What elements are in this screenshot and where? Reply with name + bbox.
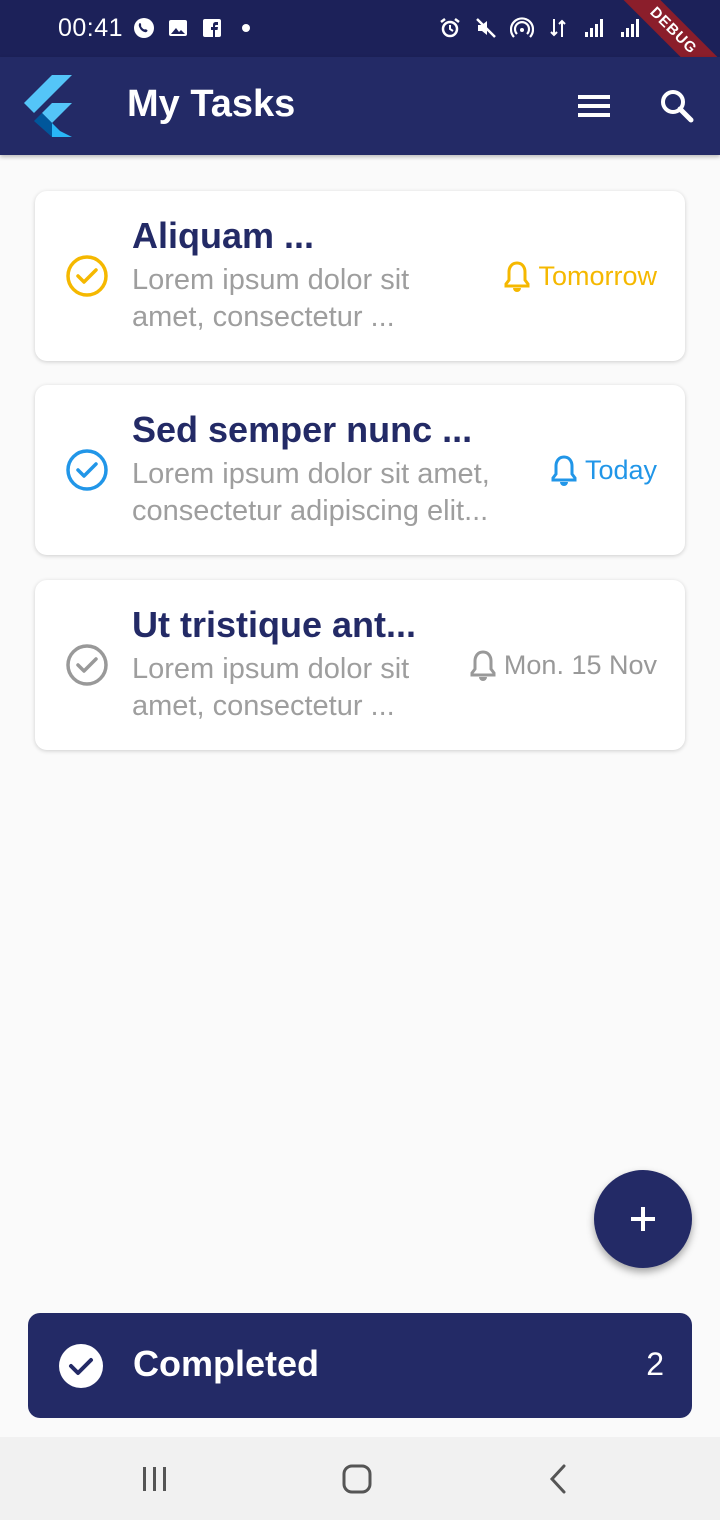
task-description: Lorem ipsum dolor sit amet, consectetur … [132,653,410,722]
mute-icon [476,18,496,38]
task-title: Ut tristique ant... [132,604,417,645]
completed-label: Completed [133,1343,320,1384]
app-bar: My Tasks [0,57,720,155]
reminder-label: Mon. 15 Nov [503,649,657,680]
task-card[interactable]: Sed semper nunc ... Lorem ipsum dolor si… [35,385,685,555]
signal-icon [585,19,603,37]
menu-icon[interactable] [570,85,618,127]
status-time: 00:41 [58,14,124,42]
search-icon[interactable] [655,85,699,127]
add-task-button[interactable] [594,1170,692,1268]
task-card[interactable]: Aliquam ... Lorem ipsum dolor sit amet, … [35,191,685,361]
system-icons [438,16,678,40]
notification-icons [132,16,258,40]
hotspot-icon [510,17,534,38]
dot-icon [242,24,250,32]
data-arrows-icon [550,19,566,37]
task-reminder: Today [549,453,657,487]
check-circle-icon [59,1344,103,1388]
flutter-logo [24,75,72,137]
task-reminder: Mon. 15 Nov [468,648,657,682]
alarm-icon [440,18,460,38]
bell-icon [551,455,577,486]
recents-icon[interactable] [133,1457,177,1501]
task-card[interactable]: Ut tristique ant... Lorem ipsum dolor si… [35,580,685,750]
check-circle-icon[interactable] [65,448,109,492]
task-title: Aliquam ... [132,215,315,256]
system-nav-bar [0,1437,720,1520]
reminder-label: Today [584,454,657,485]
completed-section[interactable]: Completed 2 [28,1313,692,1418]
status-bar: 00:41 DEBUG [0,0,720,108]
completed-count: 2 [646,1346,664,1382]
plus-icon [631,1207,655,1231]
facebook-icon [203,19,221,37]
back-icon[interactable] [537,1457,581,1501]
bell-icon [470,650,496,681]
task-title: Sed semper nunc ... [132,409,473,450]
page-title: My Tasks [127,83,296,125]
check-circle-icon[interactable] [65,643,109,687]
whatsapp-icon [134,18,154,38]
task-reminder: Tomorrow [502,259,657,293]
home-icon[interactable] [335,1457,379,1501]
reminder-label: Tomorrow [538,260,657,291]
gallery-icon [169,20,187,36]
task-description: Lorem ipsum dolor sit amet, consectetur … [132,458,490,527]
bell-icon [504,261,530,292]
task-description: Lorem ipsum dolor sit amet, consectetur … [132,264,410,333]
check-circle-icon[interactable] [65,254,109,298]
signal-icon [621,19,639,37]
